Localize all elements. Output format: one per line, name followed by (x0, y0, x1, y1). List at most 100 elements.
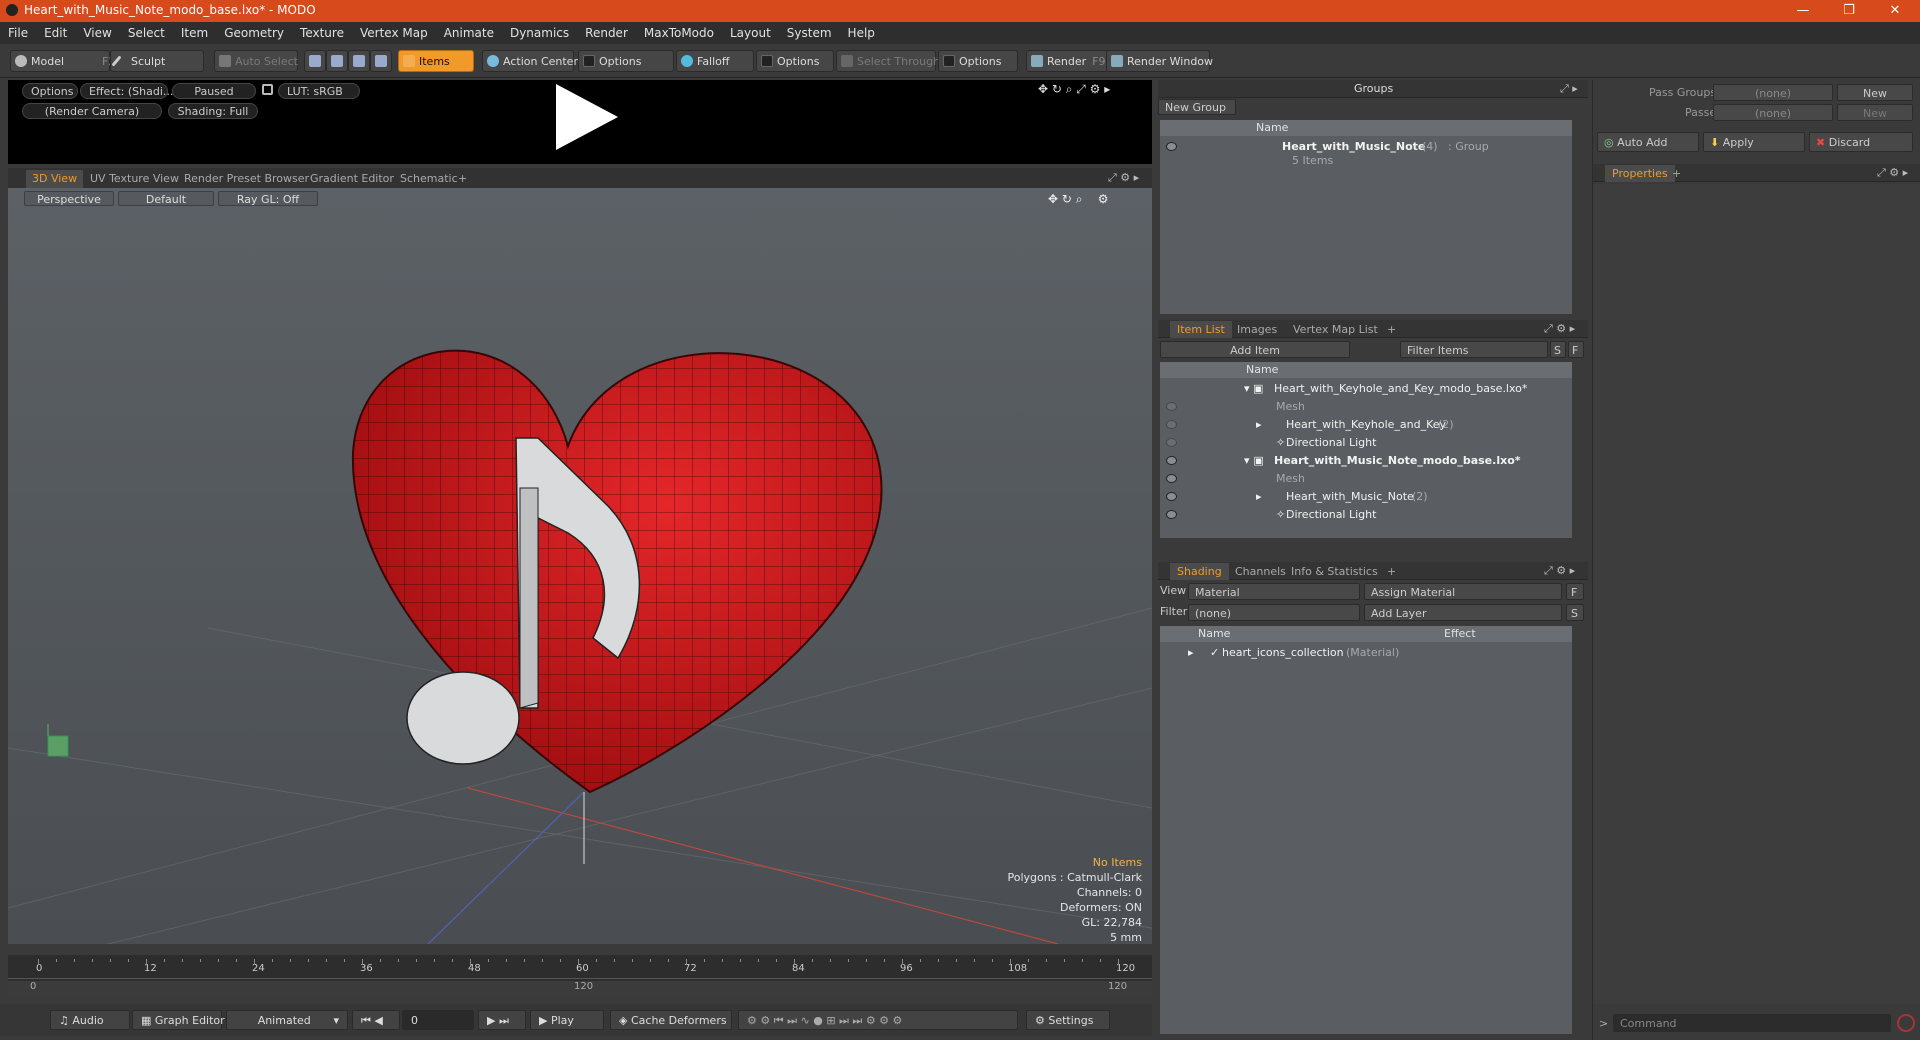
menu-geometry[interactable]: Geometry (216, 22, 292, 44)
play-button[interactable]: ▶ Play (530, 1010, 604, 1030)
tab-gradient-editor[interactable]: Gradient Editor (304, 170, 400, 188)
list-item[interactable]: ▾ ▣ Heart_with_Keyhole_and_Key_modo_base.… (1160, 380, 1572, 398)
shading-dropdown[interactable]: Shading: Full (168, 103, 258, 119)
tab-vertex-map-list[interactable]: Vertex Map List (1286, 321, 1385, 338)
action-center-options-button[interactable]: Options (578, 50, 674, 72)
list-item[interactable]: ▸ Heart_with_Keyhole_and_Key (2) (1160, 416, 1572, 434)
render-camera-dropdown[interactable]: (Render Camera) (22, 103, 162, 119)
select-through-options-button[interactable]: Options (938, 50, 1018, 72)
animated-dropdown[interactable]: Animated ▾ (226, 1010, 348, 1030)
record-icon[interactable] (1897, 1014, 1915, 1032)
shader-row[interactable]: ▸ ✓ heart_icons_collection (Material) (1160, 644, 1572, 662)
close-icon[interactable]: ✕ (1872, 0, 1918, 22)
filter-items-input[interactable]: Filter Items (1400, 341, 1548, 358)
menu-file[interactable]: File (0, 22, 36, 44)
view-dropdown[interactable]: Material (1188, 583, 1360, 600)
groups-list[interactable]: Name Heart_with_Music_Note (4) : Group 5… (1160, 120, 1572, 314)
preview-options-button[interactable]: Options (22, 83, 78, 99)
tab-images[interactable]: Images (1230, 321, 1284, 338)
command-input[interactable]: Command (1613, 1014, 1891, 1032)
panel-icons[interactable]: ⤢ ⚙ ▸ (1544, 322, 1575, 336)
menu-dynamics[interactable]: Dynamics (502, 22, 577, 44)
falloff-options-button[interactable]: Options (756, 50, 834, 72)
eye-icon[interactable] (1166, 402, 1177, 411)
edges-mode-button[interactable] (326, 50, 348, 72)
minimize-icon[interactable]: — (1780, 0, 1826, 22)
timeline-range-bar[interactable]: 0 120 120 (8, 981, 1152, 995)
add-layer-dropdown[interactable]: Add Layer (1364, 604, 1562, 621)
key-tool-buttons[interactable]: ⚙ ⚙ ⏮ ⏭ ∿ ● ⊞ ⏭ ⏭ ⚙ ⚙ ⚙ (738, 1010, 1018, 1030)
graph-editor-button[interactable]: ▦ Graph Editor (132, 1010, 225, 1030)
vertices-mode-button[interactable] (304, 50, 326, 72)
menu-vertex-map[interactable]: Vertex Map (352, 22, 436, 44)
new-pass-button[interactable]: New (1837, 104, 1913, 121)
timeline[interactable]: 0 12 24 36 48 60 72 84 96 108 120 0 120 120 (8, 955, 1152, 995)
list-item[interactable]: Mesh (1160, 470, 1572, 488)
lock-icon[interactable] (262, 84, 273, 95)
falloff-button[interactable]: Falloff (676, 50, 754, 72)
polygons-mode-button[interactable] (348, 50, 370, 72)
menu-system[interactable]: System (779, 22, 840, 44)
menu-animate[interactable]: Animate (436, 22, 502, 44)
timeline-ruler[interactable]: 0 12 24 36 48 60 72 84 96 108 120 (8, 959, 1152, 979)
add-item-dropdown[interactable]: Add Item (1160, 341, 1350, 358)
eye-icon[interactable] (1166, 142, 1177, 151)
tab-3d-view[interactable]: 3D View (26, 170, 84, 188)
eye-icon[interactable] (1166, 492, 1177, 501)
assign-material-button[interactable]: Assign Material (1364, 583, 1562, 600)
auto-select-button[interactable]: Auto Select (214, 50, 298, 72)
list-item[interactable]: Mesh (1160, 398, 1572, 416)
panel-icons[interactable]: ⤢ ⚙ ▸ (1877, 166, 1908, 180)
discard-button[interactable]: ✖ Discard (1809, 132, 1913, 152)
list-item[interactable]: ▸ Heart_with_Music_Note (2) (1160, 488, 1572, 506)
menu-edit[interactable]: Edit (36, 22, 75, 44)
effect-dropdown[interactable]: Effect: (Shadi... (80, 83, 173, 99)
pass-groups-dropdown[interactable]: (none) (1713, 84, 1833, 101)
lut-dropdown[interactable]: LUT: sRGB (278, 83, 360, 99)
frame-forward-buttons[interactable]: ▶ ⏭ (478, 1010, 526, 1030)
preview-nav-icons[interactable]: ✥ ↻ ⌕ ⤢ ⚙ ▸ (1038, 82, 1110, 97)
add-panel-tab[interactable]: + (1380, 321, 1403, 338)
menu-maxtomodo[interactable]: MaxToModo (636, 22, 722, 44)
menu-select[interactable]: Select (120, 22, 173, 44)
render-window-button[interactable]: Render Window (1106, 50, 1213, 72)
menu-render[interactable]: Render (577, 22, 636, 44)
tab-item-list[interactable]: Item List (1170, 321, 1232, 338)
eye-icon[interactable] (1166, 510, 1177, 519)
view-tab-icons[interactable]: ⤢ ⚙ ▸ (1108, 171, 1139, 185)
tab-render-preset-browser[interactable]: Render Preset Browser (178, 170, 315, 188)
s-toggle[interactable]: S (1566, 604, 1584, 621)
sculpt-mode-button[interactable]: Sculpt (110, 50, 204, 72)
restore-icon[interactable]: ❐ (1826, 0, 1872, 22)
menu-texture[interactable]: Texture (292, 22, 352, 44)
paused-toggle[interactable]: Paused (172, 83, 256, 99)
list-item[interactable]: ✧ Directional Light (1160, 506, 1572, 524)
materials-mode-button[interactable] (370, 50, 392, 72)
menu-item[interactable]: Item (173, 22, 216, 44)
tab-info-statistics[interactable]: Info & Statistics (1284, 563, 1385, 580)
add-properties-tab[interactable]: + (1665, 165, 1688, 182)
eye-icon[interactable] (1166, 420, 1177, 429)
f-toggle[interactable]: F (1566, 583, 1584, 600)
list-item[interactable]: ▾ ▣ Heart_with_Music_Note_modo_base.lxo* (1160, 452, 1572, 470)
play-preview-icon[interactable] (556, 84, 618, 150)
select-through-button[interactable]: Select Through (836, 50, 940, 72)
list-item[interactable]: ✧ Directional Light (1160, 434, 1572, 452)
item-list[interactable]: Name ▾ ▣ Heart_with_Keyhole_and_Key_modo_… (1160, 362, 1572, 538)
menu-layout[interactable]: Layout (722, 22, 779, 44)
add-shading-tab[interactable]: + (1380, 563, 1403, 580)
action-center-button[interactable]: Action Center (482, 50, 578, 72)
apply-button[interactable]: ⬇ Apply (1703, 132, 1805, 152)
frame-nav-buttons[interactable]: ⏮ ◀ (352, 1010, 400, 1030)
audio-button[interactable]: ♫ Audio (50, 1010, 130, 1030)
settings-button[interactable]: ⚙ Settings (1026, 1010, 1110, 1030)
tab-shading[interactable]: Shading (1170, 563, 1229, 580)
eye-icon[interactable] (1166, 438, 1177, 447)
s-toggle[interactable]: S (1550, 341, 1566, 358)
eye-icon[interactable] (1166, 456, 1177, 465)
menu-help[interactable]: Help (840, 22, 883, 44)
passes-dropdown[interactable]: (none) (1713, 104, 1833, 121)
new-pass-group-button[interactable]: New (1837, 84, 1913, 101)
frame-input[interactable]: 0 (402, 1010, 474, 1030)
eye-icon[interactable] (1166, 474, 1177, 483)
